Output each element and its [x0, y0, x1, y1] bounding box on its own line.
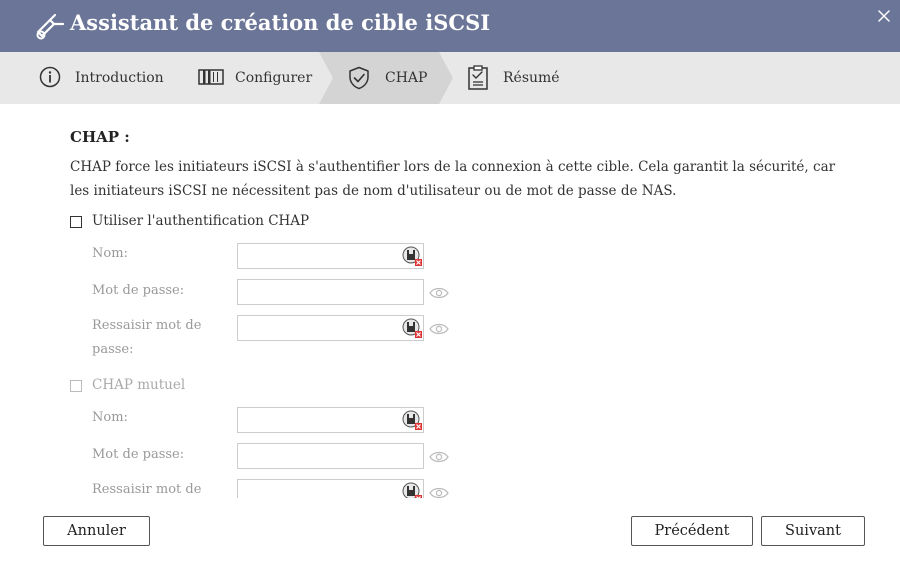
password-manager-icon	[402, 318, 422, 338]
password-manager-icon	[402, 246, 422, 266]
chap-confirm-label: Ressaisir mot de passe:	[92, 318, 202, 357]
wizard-steps: Introduction Configurer CHAP Résumé	[0, 52, 900, 104]
chap-name-label: Nom:	[92, 246, 128, 261]
mutual-name-label: Nom:	[92, 410, 128, 425]
mutual-chap-checkbox-label: CHAP mutuel	[92, 377, 186, 393]
chap-password-label: Mot de passe:	[92, 283, 185, 298]
show-password-eye-icon[interactable]	[429, 487, 449, 498]
info-icon	[39, 66, 61, 88]
settings-panel-icon	[198, 69, 224, 85]
mutual-name-input[interactable]	[237, 407, 424, 433]
section-description: CHAP force les initiateurs iSCSI à s'aut…	[70, 159, 836, 199]
mutual-chap-checkbox[interactable]	[70, 380, 82, 392]
show-password-eye-icon[interactable]	[429, 323, 449, 335]
step-label: Configurer	[235, 70, 313, 86]
clipboard-check-icon	[468, 65, 488, 90]
mutual-password-input[interactable]	[237, 443, 424, 469]
step-introduction: Introduction	[0, 52, 180, 104]
window-title: Assistant de création de cible iSCSI	[70, 10, 491, 35]
step-label: CHAP	[385, 70, 428, 86]
chap-password-input[interactable]	[237, 279, 424, 305]
wizard-footer: Annuler Précédent Suivant	[0, 498, 900, 570]
wizard-content: CHAP : CHAP force les initiateurs iSCSI …	[0, 104, 900, 498]
mutual-password-label: Mot de passe:	[92, 447, 185, 462]
next-button[interactable]: Suivant	[761, 516, 865, 546]
mutual-confirm-label: Ressaisir mot de passe:	[92, 482, 202, 497]
step-label: Résumé	[503, 70, 560, 86]
chap-name-input[interactable]	[237, 243, 424, 269]
chap-checkbox-label: Utiliser l'authentification CHAP	[92, 213, 310, 229]
title-bar: Assistant de création de cible iSCSI	[0, 0, 900, 52]
cancel-button[interactable]: Annuler	[43, 516, 150, 546]
chap-confirm-input[interactable]	[237, 315, 424, 341]
show-password-eye-icon[interactable]	[429, 287, 449, 299]
shield-check-icon	[349, 66, 369, 90]
step-label: Introduction	[75, 70, 164, 86]
step-chap: CHAP	[330, 52, 450, 104]
password-manager-icon	[402, 482, 422, 498]
mutual-confirm-input[interactable]	[237, 479, 424, 498]
previous-button[interactable]: Précédent	[631, 516, 753, 546]
section-heading: CHAP :	[70, 128, 130, 146]
chap-checkbox[interactable]	[70, 216, 82, 228]
step-configurer: Configurer	[180, 52, 320, 104]
show-password-eye-icon[interactable]	[429, 451, 449, 463]
password-manager-icon	[402, 410, 422, 430]
close-icon[interactable]	[876, 8, 892, 24]
step-resume: Résumé	[455, 52, 595, 104]
iscsi-target-icon	[36, 13, 65, 40]
